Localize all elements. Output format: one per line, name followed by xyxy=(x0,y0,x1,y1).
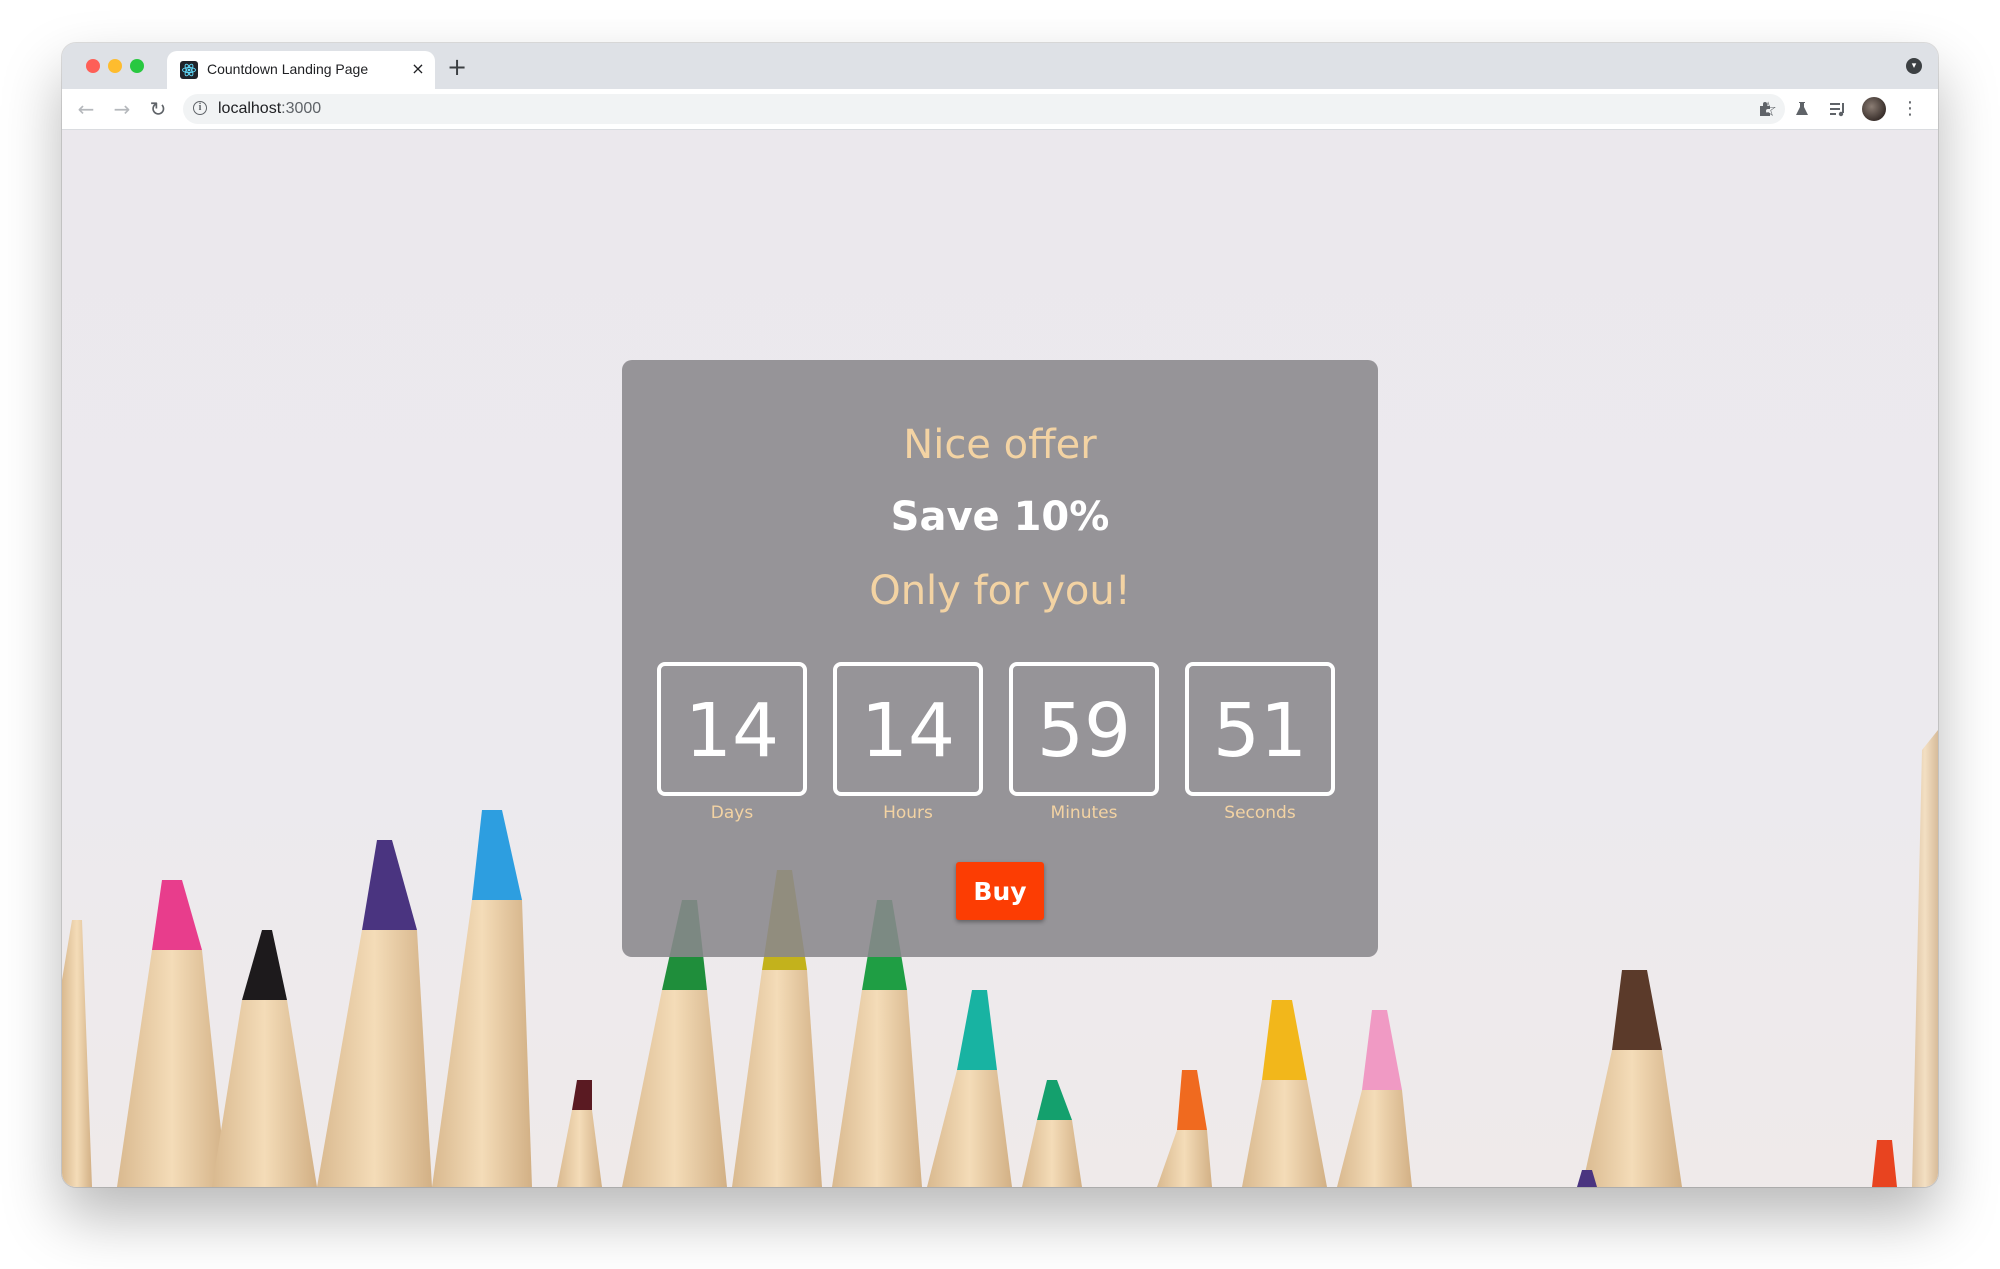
maximize-window-button[interactable] xyxy=(130,59,144,73)
tab-strip: Countdown Landing Page × + ▾ xyxy=(62,43,1938,89)
more-vert-icon[interactable]: ⋮ xyxy=(1898,97,1922,121)
buy-button[interactable]: Buy xyxy=(956,862,1044,920)
url-host: localhost xyxy=(218,100,282,117)
new-tab-button[interactable]: + xyxy=(446,55,468,79)
offer-card: Nice offer Save 10% Only for you! 14 Day… xyxy=(622,360,1378,957)
react-icon xyxy=(180,61,198,79)
offer-subheading: Only for you! xyxy=(869,568,1131,614)
chevron-down-icon[interactable]: ▾ xyxy=(1906,58,1922,74)
close-tab-icon[interactable]: × xyxy=(409,60,427,78)
minimize-window-button[interactable] xyxy=(108,59,122,73)
countdown-hours-label: Hours xyxy=(883,803,933,823)
media-list-icon[interactable] xyxy=(1826,97,1850,121)
flask-icon[interactable] xyxy=(1790,97,1814,121)
countdown-seconds-label: Seconds xyxy=(1224,803,1296,823)
browser-toolbar: ← → ↻ i localhost:3000 ☆ ⋮ xyxy=(62,89,1938,130)
tab-title: Countdown Landing Page xyxy=(207,61,369,77)
address-bar[interactable]: i localhost:3000 ☆ xyxy=(183,94,1785,124)
countdown-seconds-box: 51 xyxy=(1185,662,1335,796)
reload-icon[interactable]: ↻ xyxy=(146,97,170,121)
arrow-right-icon[interactable]: → xyxy=(110,97,134,121)
countdown-seconds-value: 51 xyxy=(1212,688,1308,774)
close-window-button[interactable] xyxy=(86,59,100,73)
countdown-days-label: Days xyxy=(710,803,754,823)
url-text[interactable]: localhost:3000 xyxy=(218,100,321,118)
browser-window: Countdown Landing Page × + ▾ ← → ↻ i loc… xyxy=(62,43,1938,1187)
countdown-hours-box: 14 xyxy=(833,662,983,796)
url-port: :3000 xyxy=(281,100,322,117)
avatar[interactable] xyxy=(1862,97,1886,121)
countdown-minutes-label: Minutes xyxy=(1050,803,1118,823)
arrow-left-icon[interactable]: ← xyxy=(74,97,98,121)
offer-heading: Nice offer xyxy=(903,422,1097,468)
countdown-minutes-value: 59 xyxy=(1036,688,1132,774)
tab-countdown-landing-page[interactable]: Countdown Landing Page × xyxy=(167,51,435,89)
countdown-minutes-box: 59 xyxy=(1009,662,1159,796)
page-content: Nice offer Save 10% Only for you! 14 Day… xyxy=(62,130,1938,1187)
countdown-hours-value: 14 xyxy=(860,688,956,774)
countdown-days-box: 14 xyxy=(657,662,807,796)
puzzle-icon[interactable] xyxy=(1754,97,1778,121)
info-icon[interactable]: i xyxy=(193,101,207,115)
countdown-days-value: 14 xyxy=(684,688,780,774)
discount-text: Save 10% xyxy=(890,494,1110,540)
